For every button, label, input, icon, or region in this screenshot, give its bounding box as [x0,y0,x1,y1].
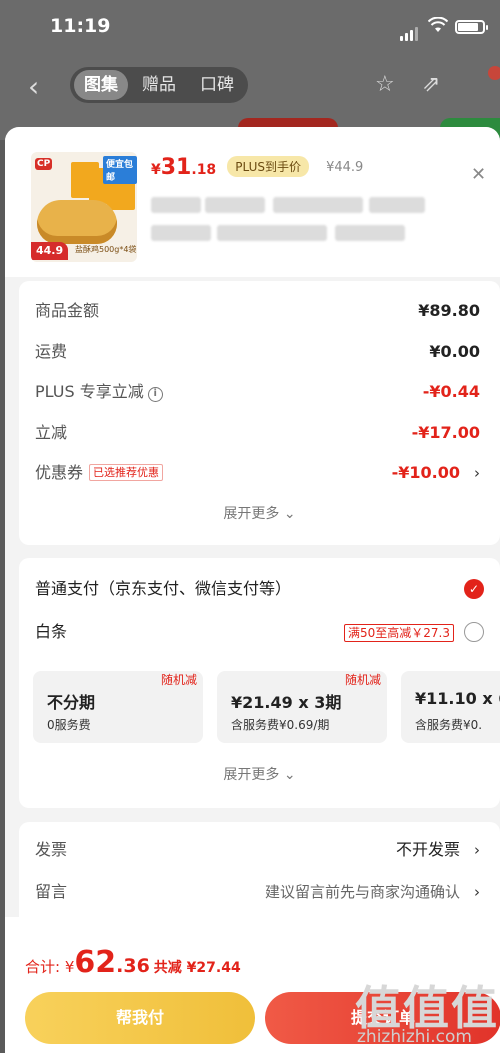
blurred-title [369,197,425,213]
installment-option[interactable]: ¥11.10 x 6 含服务费¥0. [401,671,500,743]
help-me-pay-button[interactable]: 帮我付 [25,992,255,1044]
message-row[interactable]: 留言 建议留言前先与商家沟通确认 › [35,880,480,904]
tab-reviews[interactable]: 口碑 [190,67,244,103]
summary-value: -¥17.00 [411,423,480,442]
plan-fee: 含服务费¥0. [415,718,483,732]
brand-logo: CP [35,158,53,170]
summary-value: -¥10.00 [391,463,460,482]
summary-row: 立减 -¥17.00 [35,421,480,445]
summary-label: 优惠券 已选推荐优惠 [35,461,164,485]
baitiao-promo-tag: 满50至高减￥27.3 [344,624,454,642]
status-bar: 11:19 [0,0,500,56]
close-icon[interactable]: ✕ [471,164,486,185]
chevron-right-icon: › [474,841,480,859]
plan-fee: 含服务费¥0.69/期 [231,718,330,732]
signal-icon [400,22,420,41]
total-savings: 共减 ¥27.44 [153,960,241,976]
product-header: CP 便宜包邮 44.9 盐酥鸡500g*4袋 ¥31.18 PLUS到手价 ¥… [5,127,500,277]
payment-card: 普通支付（京东支付、微信支付等） ✓ 白条 满50至高减￥27.3 随机减 不分… [19,558,500,808]
blurred-title [151,225,211,241]
invoice-row[interactable]: 发票 不开发票 › [35,838,480,862]
plan-title: ¥11.10 x 6 [415,689,500,708]
installment-option[interactable]: 随机减 ¥21.49 x 3期 含服务费¥0.69/期 [217,671,387,743]
product-thumbnail: CP 便宜包邮 44.9 盐酥鸡500g*4袋 [31,152,137,262]
summary-value: ¥0.00 [429,342,480,361]
checkout-footer: 合计: ¥62.36 共减 ¥27.44 帮我付 提交订单 值值值 zhizhiz… [5,917,500,1053]
price-row: ¥31.18 PLUS到手价 ¥44.9 [151,155,363,185]
original-price: ¥44.9 [326,160,364,175]
baitiao-label: 白条 [35,622,68,641]
plan-title: ¥21.49 x 3期 [231,693,342,712]
chevron-right-icon: › [474,883,480,901]
info-icon[interactable]: i [147,387,163,402]
expand-more-button[interactable]: 展开更多 ⌄ [19,503,500,523]
share-icon[interactable]: ⇗ [422,72,440,97]
summary-label: 商品金额 [35,301,100,320]
total-amount: 合计: ¥62.36 共减 ¥27.44 [25,945,241,980]
plus-price-tag: PLUS到手价 [227,156,310,177]
summary-value: ¥89.80 [418,301,480,320]
blurred-title [273,197,363,213]
plus-price: ¥31.18 [151,155,217,180]
chevron-right-icon: › [474,464,480,482]
back-icon[interactable]: ‹ [28,70,39,103]
invoice-value: 不开发票 [395,840,460,859]
tab-group: 图集 赠品 口碑 [70,67,248,103]
radio-selected-icon[interactable]: ✓ [464,579,484,599]
invoice-label: 发票 [35,840,68,859]
summary-value: -¥0.44 [422,382,480,401]
invoice-card: 发票 不开发票 › 留言 建议留言前先与商家沟通确认 › [19,822,500,932]
summary-row: 商品金额 ¥89.80 [35,299,480,323]
checkout-sheet: CP 便宜包邮 44.9 盐酥鸡500g*4袋 ¥31.18 PLUS到手价 ¥… [5,127,500,1053]
top-nav: ‹ 图集 赠品 口碑 ☆ ⇗ [0,62,500,110]
summary-label: PLUS 专享立减 i [35,380,163,404]
recommended-tag: 已选推荐优惠 [89,464,164,481]
radio-unselected-icon[interactable] [464,622,484,642]
summary-label: 立减 [35,423,68,442]
summary-label: 运费 [35,342,68,361]
random-discount-badge: 随机减 [344,673,381,687]
random-discount-badge: 随机减 [160,673,197,687]
notification-dot [488,66,500,80]
message-placeholder: 建议留言前先与商家沟通确认 [264,883,460,901]
installment-option[interactable]: 随机减 不分期 0服务费 [33,671,203,743]
expand-more-button[interactable]: 展开更多 ⌄ [19,764,500,784]
tab-gift[interactable]: 赠品 [132,67,186,103]
blurred-title [151,197,201,213]
normal-pay-row[interactable]: 普通支付（京东支付、微信支付等） [35,577,480,601]
tab-gallery[interactable]: 图集 [74,70,128,100]
message-label: 留言 [35,882,68,901]
food-bowl-image [37,200,117,244]
normal-pay-label: 普通支付（京东支付、微信支付等） [35,579,292,598]
blurred-title [217,225,327,241]
price-summary-card: 商品金额 ¥89.80 运费 ¥0.00 PLUS 专享立减 i -¥0.44 立… [19,281,500,545]
status-time: 11:19 [50,15,111,37]
plan-title: 不分期 [47,693,96,712]
thumb-label: 盐酥鸡500g*4袋 [75,245,137,254]
summary-row: 运费 ¥0.00 [35,340,480,364]
blurred-title [335,225,405,241]
thumb-banner: 便宜包邮 [103,156,137,184]
wifi-icon [428,17,448,32]
plan-fee: 0服务费 [47,718,91,732]
blurred-title [205,197,265,213]
battery-icon [455,20,488,34]
coupon-row[interactable]: 优惠券 已选推荐优惠 -¥10.00 › [35,461,480,485]
thumb-price: 44.9 [31,242,69,260]
watermark-url: zhizhizhi.com [357,1027,472,1047]
summary-row[interactable]: PLUS 专享立减 i -¥0.44 [35,380,480,404]
star-icon[interactable]: ☆ [375,72,395,97]
